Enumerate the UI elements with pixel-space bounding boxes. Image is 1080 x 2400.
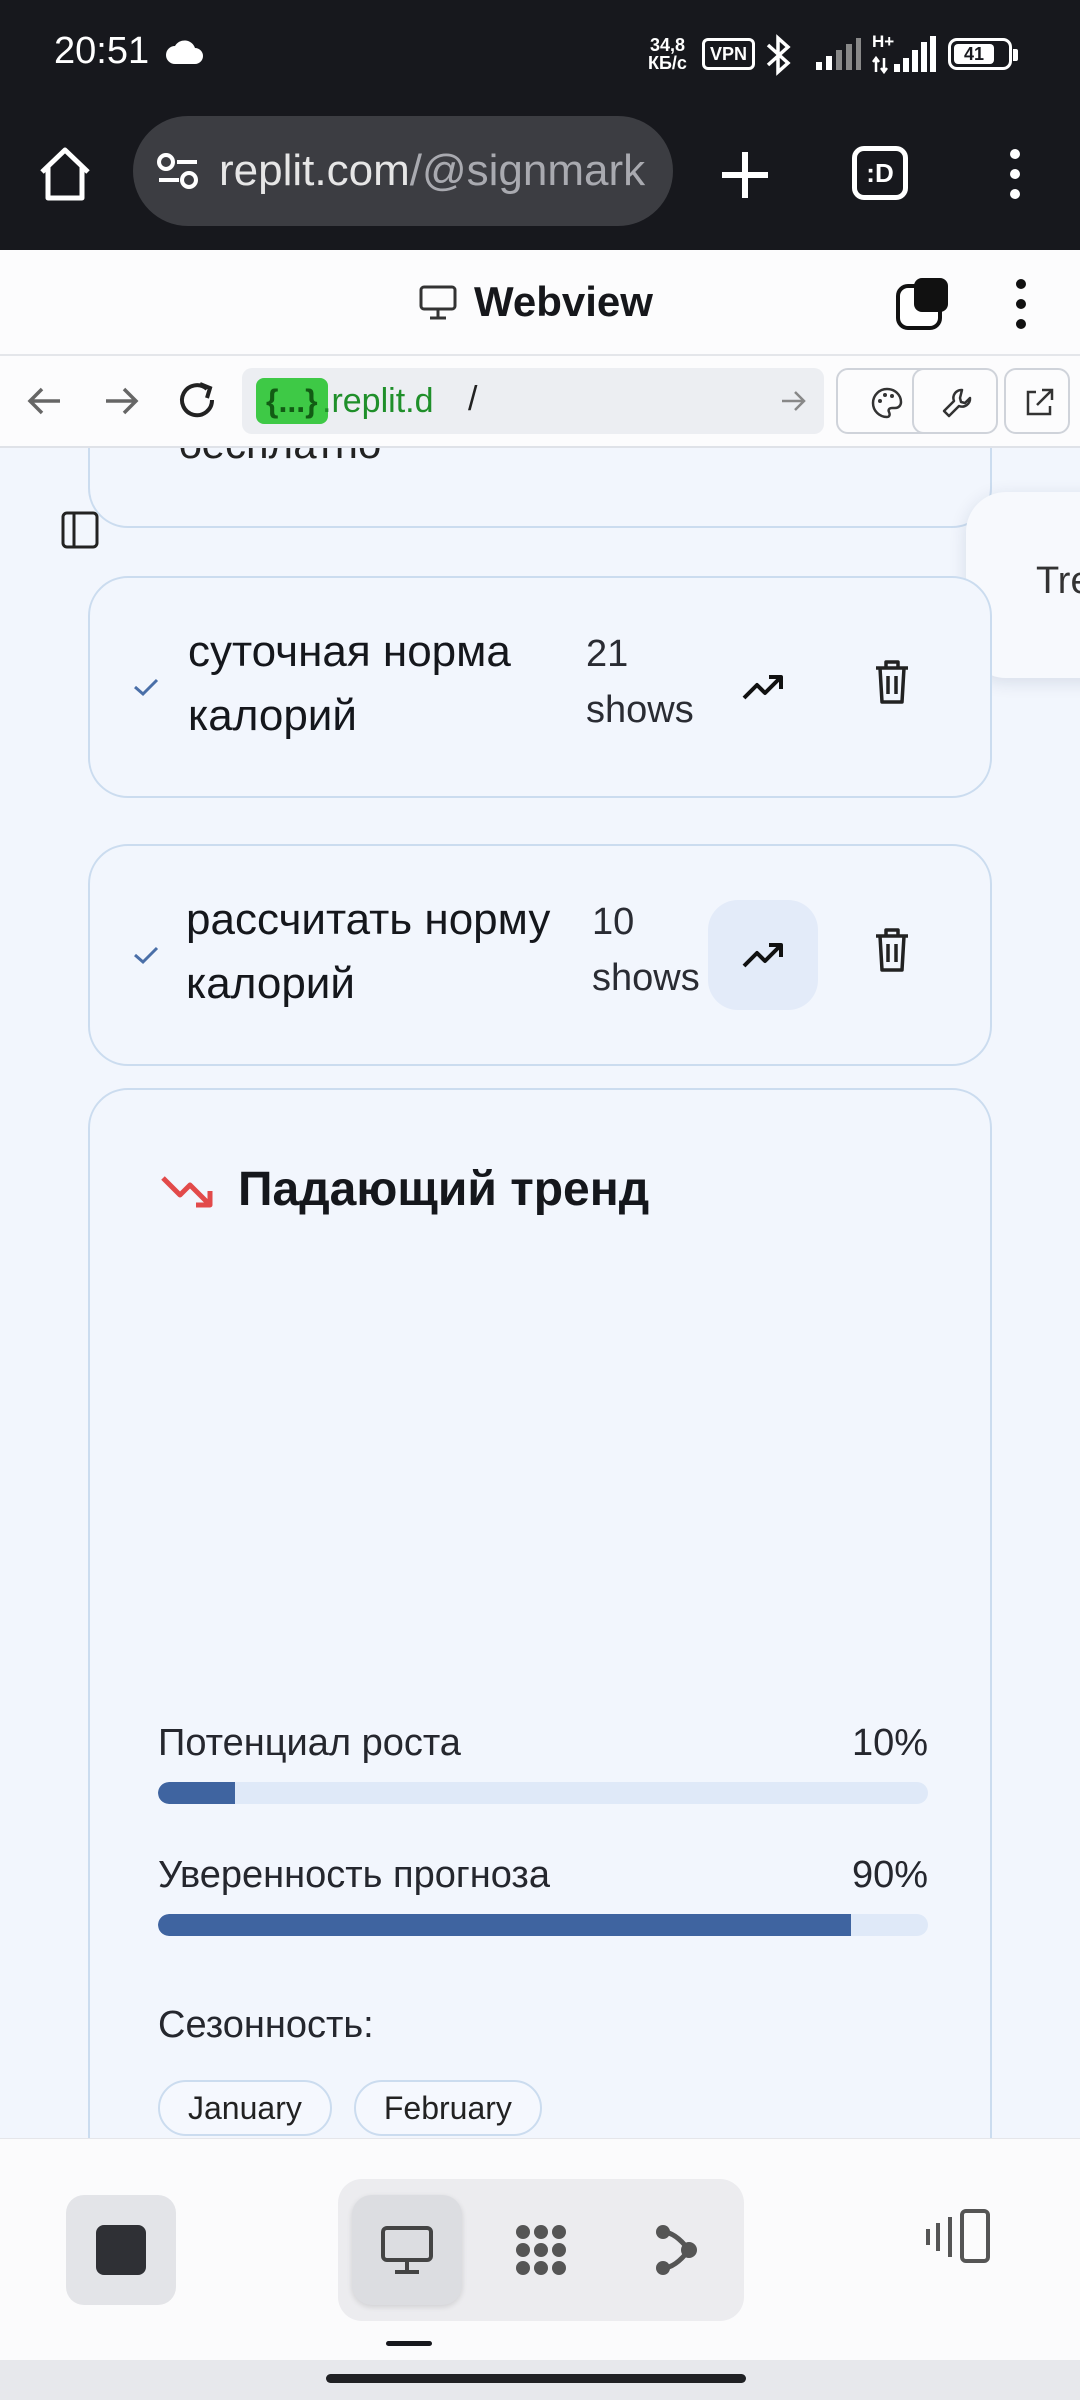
wrench-icon [942,388,972,418]
devices-icon[interactable] [924,2207,994,2267]
view-switcher [338,2179,744,2321]
gesture-bar [0,2360,1080,2400]
keyword-text: суточная норма калорий [188,627,511,740]
keyword-shows: 21 shows [586,633,694,731]
progress-bar [158,1914,928,1936]
monitor-icon [419,285,457,320]
trend-header: Падающий тренд [160,1162,649,1217]
status-bar: 20:51 34,8 КБ/с VPN H+ 41 [0,0,1080,110]
tab-share[interactable] [620,2195,730,2305]
home-icon[interactable] [30,140,100,210]
webview-header: Webview [0,250,1080,356]
trend-title: Падающий тренд [238,1163,650,1216]
browser-menu-icon[interactable] [1000,144,1030,204]
tab-webview[interactable] [352,2195,462,2305]
progress-fill [158,1782,235,1804]
metric-label: Уверенность прогноза [158,1854,550,1896]
palette-icon [871,387,903,419]
status-time: 20:51 [54,30,150,72]
open-external-button[interactable] [1004,368,1070,434]
active-tab-indicator [386,2341,432,2346]
webview-address-bar[interactable]: {...} .replit.d / [242,368,824,434]
webview-content: бесплатно Tre суточная норма калорий 21 … [0,448,1080,2138]
partial-card-text: бесплатно [178,448,381,468]
trash-icon[interactable] [872,926,912,974]
keyword-text: рассчитать норму калорий [186,895,551,1008]
webview-title: Webview [418,278,653,326]
sidebar-toggle-icon[interactable] [60,510,100,550]
progress-bar [158,1782,928,1804]
go-arrow-icon[interactable] [778,386,808,416]
vpn-badge: VPN [702,38,756,70]
trending-up-icon [742,675,783,700]
trend-button[interactable] [708,632,818,742]
stop-button[interactable] [66,2195,176,2305]
webview-nav-bar: {...} .replit.d / [0,356,1080,448]
stop-icon [96,2225,146,2275]
gesture-handle[interactable] [326,2374,746,2383]
url-host: replit.com [219,146,410,195]
month-chip[interactable]: January [158,2080,332,2136]
replit-bottom-bar [0,2138,1080,2360]
site-settings-icon[interactable] [155,148,201,194]
signal-bars-icon [872,36,936,75]
trend-card: Падающий тренд Потенциал роста 10% Увере… [88,1088,992,2138]
replit-domain-tag: {...} [256,378,328,424]
month-chip[interactable]: February [353,2080,542,2136]
external-link-icon [1026,388,1054,416]
monitor-icon [381,2226,433,2274]
address-host: .replit.d [322,382,434,420]
trending-down-icon [161,1175,213,1207]
metric-label: Потенциал роста [158,1722,461,1764]
url-bar[interactable]: replit.com/@signmark [133,116,673,226]
webview-title-text: Webview [474,278,653,325]
share-icon [656,2225,697,2275]
cloud-icon [166,40,203,64]
new-tab-icon[interactable] [710,140,780,210]
trash-icon[interactable] [872,658,912,706]
url-path: /@signmark [409,146,646,195]
season-chips: January February [158,2080,542,2136]
trend-button-active[interactable] [708,900,818,1010]
more-options-icon[interactable] [1006,276,1036,332]
modules-icon [516,2225,566,2275]
devtools-button[interactable] [912,368,998,434]
check-icon [134,946,159,965]
new-window-icon[interactable] [894,276,950,332]
partial-card: бесплатно [88,448,992,528]
network-speed-value: 34,8 [649,35,685,55]
keyword-card: рассчитать норму калорий 10 shows [88,844,992,1066]
metric-value: 90% [851,1854,928,1896]
network-speed-unit: КБ/с [648,53,687,73]
trending-up-icon [742,943,783,968]
metric-value: 10% [851,1722,928,1764]
browser-toolbar: replit.com/@signmark :D [0,110,1080,250]
signal-icon-2: H+ [872,32,938,76]
side-panel-text: Tre [1036,560,1080,602]
battery-icon: 41 [948,38,1018,70]
progress-fill [158,1914,851,1936]
reload-icon[interactable] [174,378,220,424]
signal-icon [816,38,861,70]
address-path[interactable]: / [468,380,477,419]
check-icon [134,678,159,697]
network-speed: 34,8 КБ/с [648,36,687,72]
forward-arrow-icon[interactable] [98,378,144,424]
tab-modules[interactable] [486,2195,596,2305]
back-arrow-icon[interactable] [22,378,68,424]
tab-switcher-button[interactable]: :D [852,146,908,200]
url-text[interactable]: replit.com/@signmark [219,146,659,196]
keyword-card: суточная норма калорий 21 shows [88,576,992,798]
seasonality-label: Сезонность: [158,2004,374,2046]
battery-level: 41 [954,44,994,64]
bluetooth-icon [766,34,791,76]
